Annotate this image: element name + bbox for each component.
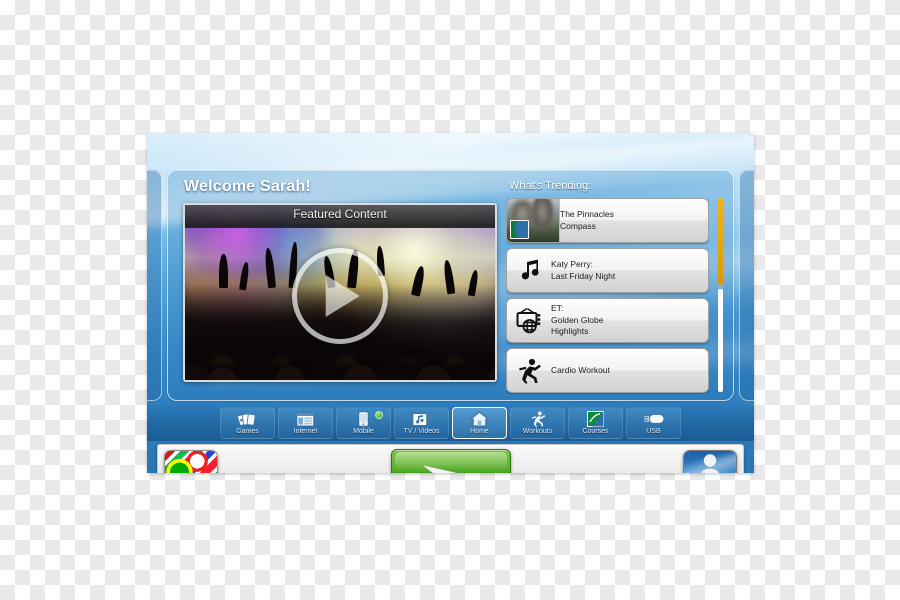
- list-item-label: Cardio Workout: [551, 364, 610, 375]
- featured-video-player[interactable]: Featured Content: [183, 203, 497, 382]
- featured-content-title: Featured Content: [293, 207, 387, 221]
- notification-badge-icon: [375, 411, 383, 419]
- photo-thumbnail: [507, 199, 560, 242]
- running-person-icon: [529, 411, 547, 427]
- carousel-panel-previous[interactable]: [147, 169, 162, 401]
- user-avatar-icon: [684, 451, 736, 473]
- courses-logo-icon: [510, 220, 529, 239]
- nav-item-label: Games: [236, 428, 259, 435]
- page-title: Welcome Sarah!: [184, 178, 311, 195]
- main-navigation-bar: Games Internet Mobile TV / Videos Home W…: [147, 405, 754, 441]
- action-bar: Language Go Hi Sarah: [157, 444, 744, 473]
- nav-item-home[interactable]: Home: [452, 407, 507, 439]
- play-icon[interactable]: [292, 248, 388, 344]
- list-item[interactable]: Katy Perry: Last Friday Night: [506, 248, 709, 293]
- list-item-label: Katy Perry: Last Friday Night: [551, 259, 616, 281]
- nav-item-label: Courses: [582, 428, 609, 435]
- home-panel: Welcome Sarah! Featured Content What's T…: [167, 169, 734, 401]
- trending-scrollbar[interactable]: [718, 198, 723, 392]
- courses-logo-icon: [587, 411, 604, 427]
- scrollbar-thumb[interactable]: [718, 198, 723, 286]
- scrollbar-remainder: [718, 289, 723, 392]
- nav-item-label: Internet: [293, 428, 318, 435]
- nav-item-tv-videos[interactable]: TV / Videos: [394, 407, 449, 439]
- arrow-right-icon: [422, 465, 480, 473]
- browser-window-icon: [296, 411, 315, 427]
- world-flags-icon: [165, 451, 217, 473]
- video-title-bar: Featured Content: [185, 205, 495, 228]
- nav-item-label: USB: [646, 428, 661, 435]
- music-note-icon: [507, 258, 551, 284]
- nav-item-label: TV / Videos: [403, 428, 440, 435]
- list-item-label: The Pinnacles Compass: [560, 209, 614, 231]
- tv-media-icon: [411, 411, 432, 427]
- running-person-icon: [507, 358, 551, 384]
- usb-stick-icon: [643, 411, 665, 427]
- app-window: Welcome Sarah! Featured Content What's T…: [147, 133, 754, 473]
- list-item[interactable]: The Pinnacles Compass: [506, 198, 709, 243]
- nav-item-workouts[interactable]: Workouts: [510, 407, 565, 439]
- play-triangle: [325, 275, 360, 317]
- nav-item-games[interactable]: Games: [220, 407, 275, 439]
- trending-list[interactable]: The Pinnacles Compass Katy Perry: Last F…: [506, 198, 709, 394]
- list-item[interactable]: Cardio Workout: [506, 348, 709, 393]
- nav-item-courses[interactable]: Courses: [568, 407, 623, 439]
- nav-item-label: Workouts: [522, 428, 553, 435]
- language-button[interactable]: Language: [164, 450, 218, 473]
- playing-cards-icon: [237, 411, 258, 427]
- nav-item-internet[interactable]: Internet: [278, 407, 333, 439]
- smartphone-icon: [358, 411, 369, 427]
- nav-item-mobile[interactable]: Mobile: [336, 407, 391, 439]
- list-item-label: ET: Golden Globe Highlights: [551, 303, 604, 337]
- house-icon: [470, 411, 489, 427]
- trending-section: What's Trending: The Pinnacles Compass K…: [506, 178, 723, 394]
- trending-heading: What's Trending:: [509, 180, 592, 192]
- carousel-panel-next[interactable]: [739, 169, 754, 401]
- tv-globe-icon: [507, 307, 551, 334]
- nav-item-label: Mobile: [353, 428, 374, 435]
- nav-item-usb[interactable]: USB: [626, 407, 681, 439]
- go-button[interactable]: Go: [390, 449, 511, 473]
- user-profile-button[interactable]: Hi Sarah: [683, 450, 737, 473]
- list-item[interactable]: ET: Golden Globe Highlights: [506, 298, 709, 343]
- nav-item-label: Home: [470, 428, 489, 435]
